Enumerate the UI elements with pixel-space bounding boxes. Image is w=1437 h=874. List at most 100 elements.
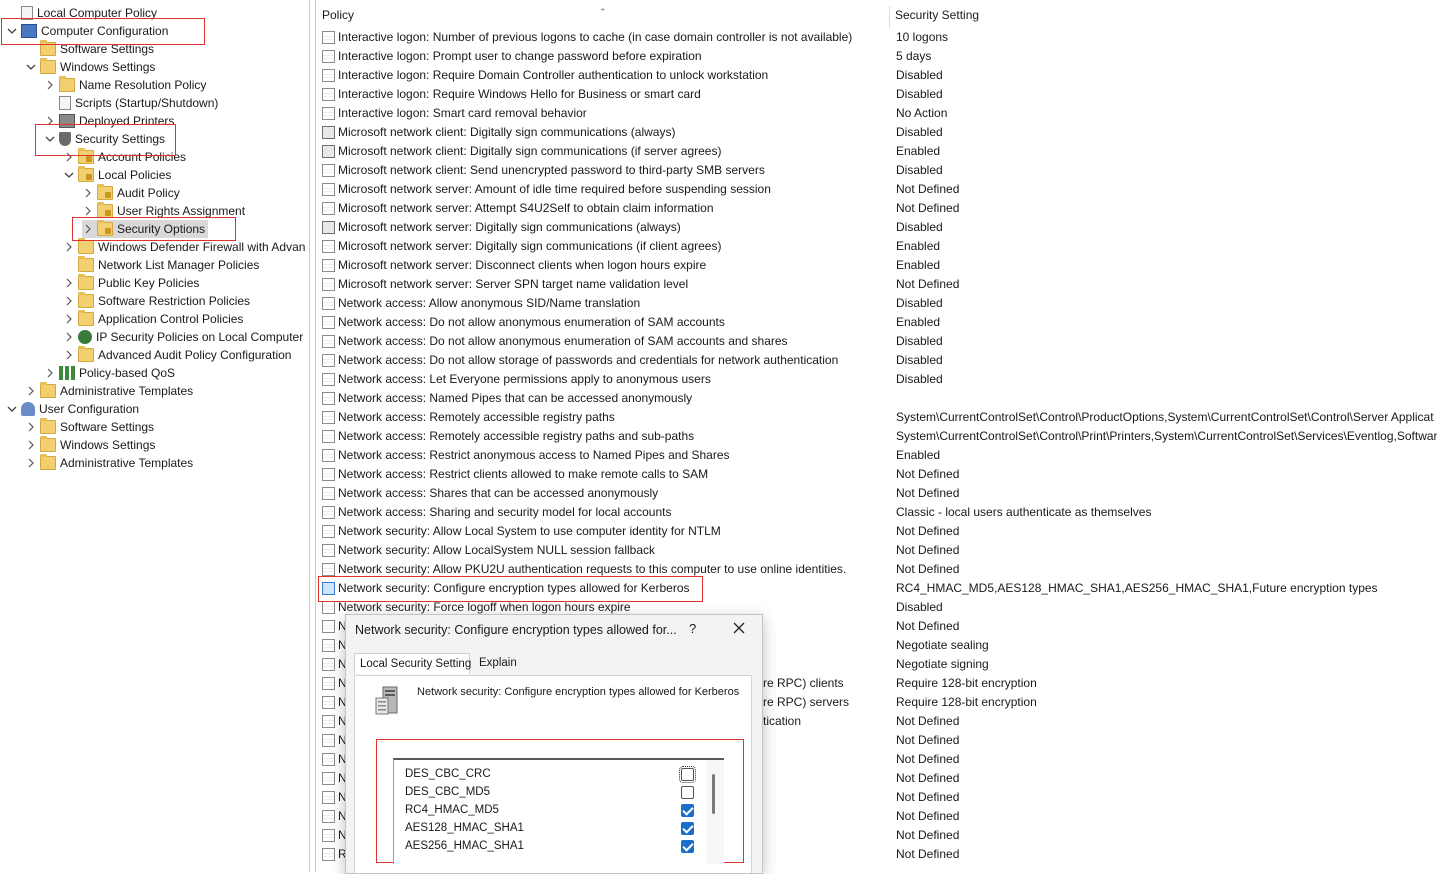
policy-row[interactable]: Network access: Let Everyone permissions… — [316, 370, 1437, 389]
policy-row[interactable]: Microsoft network client: Digitally sign… — [316, 142, 1437, 161]
chevron-right-icon[interactable] — [63, 292, 75, 310]
policy-row[interactable]: Network access: Remotely accessible regi… — [316, 427, 1437, 446]
policy-row[interactable]: Network security: Allow PKU2U authentica… — [316, 560, 1437, 579]
policy-row[interactable]: Network access: Do not allow storage of … — [316, 351, 1437, 370]
policy-row[interactable]: Interactive logon: Require Windows Hello… — [316, 85, 1437, 104]
chevron-right-icon[interactable] — [25, 436, 37, 454]
tree-item[interactable]: Deployed Printers — [44, 112, 174, 130]
policy-row[interactable]: Interactive logon: Prompt user to change… — [316, 47, 1437, 66]
help-button[interactable]: ? — [689, 621, 696, 636]
policy-row[interactable]: Network access: Remotely accessible regi… — [316, 408, 1437, 427]
tree-item[interactable]: Account Policies — [63, 148, 186, 166]
tree-item[interactable]: Scripts (Startup/Shutdown) — [44, 94, 218, 112]
lock-folder-icon — [97, 184, 113, 200]
tab-explain[interactable]: Explain — [474, 653, 520, 674]
tree-item[interactable]: Advanced Audit Policy Configuration — [63, 346, 291, 364]
column-header-policy[interactable]: Policy — [322, 4, 354, 26]
policy-row[interactable]: Network security: Allow LocalSystem NULL… — [316, 541, 1437, 560]
policy-name: Network access: Do not allow storage of … — [338, 353, 839, 367]
tree-item[interactable]: Audit Policy — [82, 184, 180, 202]
policy-row[interactable]: Interactive logon: Smart card removal be… — [316, 104, 1437, 123]
tree-item[interactable]: Windows Defender Firewall with Advan — [63, 238, 305, 256]
chevron-down-icon[interactable] — [25, 58, 37, 76]
policy-row[interactable]: Microsoft network server: Attempt S4U2Se… — [316, 199, 1437, 218]
list-scrollbar-thumb[interactable] — [712, 774, 715, 814]
tree-item[interactable]: IP Security Policies on Local Computer — [63, 328, 303, 346]
chevron-right-icon[interactable] — [44, 364, 56, 382]
policy-row[interactable]: Network security: Allow Local System to … — [316, 522, 1437, 541]
tab-local-security-setting[interactable]: Local Security Setting — [354, 653, 471, 674]
chevron-right-icon[interactable] — [82, 202, 94, 220]
chevron-right-icon[interactable] — [63, 328, 75, 346]
chevron-down-icon[interactable] — [63, 166, 75, 184]
policy-row[interactable]: Microsoft network server: Digitally sign… — [316, 218, 1437, 237]
chevron-down-icon[interactable] — [6, 22, 18, 40]
tree-item[interactable]: Computer Configuration — [6, 22, 168, 40]
tree-item[interactable]: Administrative Templates — [25, 382, 193, 400]
chevron-right-icon[interactable] — [63, 238, 75, 256]
policy-row[interactable]: Microsoft network server: Amount of idle… — [316, 180, 1437, 199]
tree-item[interactable]: Application Control Policies — [63, 310, 243, 328]
policy-row[interactable]: Network access: Restrict anonymous acces… — [316, 446, 1437, 465]
policy-row[interactable]: Microsoft network server: Disconnect cli… — [316, 256, 1437, 275]
encryption-type-checkbox[interactable] — [681, 786, 694, 799]
tree-item[interactable]: Software Settings — [25, 418, 154, 436]
tree-item[interactable]: User Rights Assignment — [82, 202, 245, 220]
policy-row[interactable]: Microsoft network client: Send unencrypt… — [316, 161, 1437, 180]
policy-row[interactable]: Network access: Sharing and security mod… — [316, 503, 1437, 522]
tree-item[interactable]: User Configuration — [6, 400, 139, 418]
tree-item[interactable]: Local Computer Policy — [6, 4, 157, 22]
chevron-right-icon[interactable] — [82, 220, 94, 238]
tree-item-label: Name Resolution Policy — [79, 78, 207, 92]
tree-item[interactable]: Administrative Templates — [25, 454, 193, 472]
chevron-right-icon[interactable] — [44, 76, 56, 94]
tree-item[interactable]: Public Key Policies — [63, 274, 199, 292]
chevron-right-icon[interactable] — [25, 454, 37, 472]
chevron-right-icon[interactable] — [82, 184, 94, 202]
chevron-right-icon[interactable] — [63, 148, 75, 166]
tree-item[interactable]: Network List Manager Policies — [63, 256, 259, 274]
tree-item[interactable]: Software Restriction Policies — [63, 292, 250, 310]
chevron-right-icon[interactable] — [25, 382, 37, 400]
encryption-type-checkbox[interactable] — [681, 840, 694, 853]
column-divider[interactable] — [889, 6, 890, 28]
security-setting-value: Not Defined — [896, 847, 960, 861]
policy-name: Microsoft network server: Digitally sign… — [338, 220, 681, 234]
chevron-right-icon[interactable] — [63, 310, 75, 328]
chevron-right-icon[interactable] — [63, 274, 75, 292]
encryption-type-checkbox[interactable] — [681, 804, 694, 817]
policy-row[interactable]: Microsoft network server: Server SPN tar… — [316, 275, 1437, 294]
policy-row[interactable]: Network access: Named Pipes that can be … — [316, 389, 1437, 408]
policy-row[interactable]: Network access: Do not allow anonymous e… — [316, 332, 1437, 351]
policy-row[interactable]: Network access: Allow anonymous SID/Name… — [316, 294, 1437, 313]
policy-row[interactable]: Network access: Restrict clients allowed… — [316, 465, 1437, 484]
chevron-right-icon[interactable] — [25, 418, 37, 436]
close-button[interactable] — [732, 621, 746, 635]
chevron-right-icon[interactable] — [44, 112, 56, 130]
policy-row[interactable]: Microsoft network server: Digitally sign… — [316, 237, 1437, 256]
policy-row[interactable]: Network access: Do not allow anonymous e… — [316, 313, 1437, 332]
column-header-security-setting[interactable]: Security Setting — [895, 4, 979, 26]
tree-item[interactable]: Name Resolution Policy — [44, 76, 206, 94]
tree-item[interactable]: Policy-based QoS — [44, 364, 175, 382]
policy-row[interactable]: Microsoft network client: Digitally sign… — [316, 123, 1437, 142]
chevron-down-icon[interactable] — [6, 400, 18, 418]
encryption-type-checkbox[interactable] — [679, 766, 696, 783]
tree-item[interactable]: Windows Settings — [25, 58, 155, 76]
tree-item[interactable]: Software Settings — [25, 40, 154, 58]
tree-item[interactable]: Windows Settings — [25, 436, 155, 454]
security-setting-value: Require 128-bit encryption — [896, 676, 1037, 690]
policy-row[interactable]: Interactive logon: Number of previous lo… — [316, 28, 1437, 47]
tree-item[interactable]: Security Options — [82, 220, 209, 238]
list-scrollbar[interactable] — [707, 760, 724, 864]
chevron-down-icon[interactable] — [44, 130, 56, 148]
chevron-right-icon[interactable] — [63, 346, 75, 364]
policy-row[interactable]: Network security: Configure encryption t… — [316, 579, 1437, 598]
policy-row[interactable]: Network access: Shares that can be acces… — [316, 484, 1437, 503]
tree-item[interactable]: Security Settings — [44, 130, 165, 148]
policy-row[interactable]: Interactive logon: Require Domain Contro… — [316, 66, 1437, 85]
tree-item[interactable]: Local Policies — [63, 166, 171, 184]
policy-icon — [322, 297, 335, 310]
encryption-type-checkbox[interactable] — [681, 822, 694, 835]
